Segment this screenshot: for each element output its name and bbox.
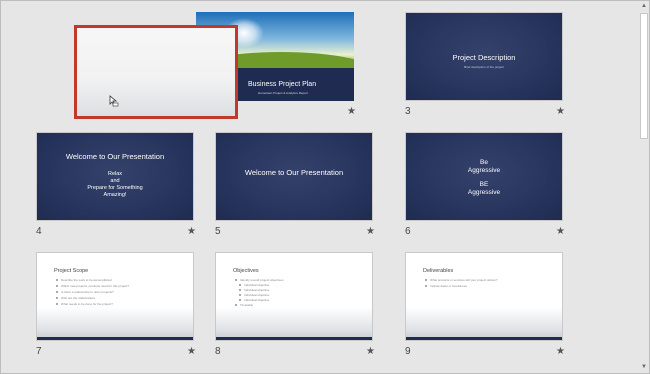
slide-thumbnail-9[interactable]: Deliverables What products or services w… <box>405 252 563 341</box>
slide-9-bullet-2: Include dates or timeframes <box>425 284 467 288</box>
slide-4-line-1: Relax <box>107 171 123 177</box>
slide-1-subtitle: Hometown Project & Analytics Report <box>258 91 308 95</box>
slide-6-line-5: Aggressive <box>467 189 501 196</box>
bullet-icon <box>235 304 237 307</box>
slide-6-transition-star-icon[interactable]: ★ <box>556 226 565 237</box>
slide-6-number: 6 <box>405 226 411 237</box>
slide-4-number: 4 <box>36 226 42 237</box>
slide-8-number: 8 <box>215 346 221 357</box>
bullet-icon <box>56 303 58 306</box>
bullet-icon <box>239 284 241 287</box>
slide-8-bullet-1-text: Identify overall project objectives <box>240 278 284 282</box>
slide-4-line-4: Amazing! <box>103 192 127 198</box>
slide-7-title: Project Scope <box>54 268 89 274</box>
slide-thumbnail-2-dragging[interactable] <box>74 25 238 119</box>
slide-4-title: Welcome to Our Presentation <box>65 152 165 161</box>
slide-thumbnail-7[interactable]: Project Scope Describe the work to be ac… <box>36 252 194 341</box>
slide-8-bullet-4: Individual objective <box>239 293 269 297</box>
scroll-down-icon[interactable]: ▼ <box>639 362 649 372</box>
bullet-icon <box>56 279 58 282</box>
slide-8-title: Objectives <box>233 268 259 274</box>
bullet-icon <box>56 285 58 288</box>
slide-3-transition-star-icon[interactable]: ★ <box>556 106 565 117</box>
slide-8-bullet-2: Individual objective <box>239 283 269 287</box>
slide-7-bullet-2: Which new projects, products need for th… <box>56 284 129 288</box>
bullet-icon <box>239 289 241 292</box>
slide-8-bullet-2-text: Individual objective <box>244 283 270 287</box>
slide-7-bullet-3-text: Is there a relationship to other project… <box>61 290 114 294</box>
scroll-up-icon[interactable]: ▲ <box>639 1 649 11</box>
slide-8-bullet-5-text: Individual objective <box>244 298 270 302</box>
slide-4-line-3: Prepare for Something <box>87 185 143 191</box>
bullet-icon <box>239 294 241 297</box>
slide-9-bullet-1-text: What products or services will your proj… <box>430 278 498 282</box>
slide-thumbnail-8[interactable]: Objectives Identify overall project obje… <box>215 252 373 341</box>
slide-3-title: Project Description <box>452 53 516 62</box>
vertical-scrollbar[interactable]: ▲ ▼ <box>639 1 649 372</box>
slide-7-number: 7 <box>36 346 42 357</box>
bottom-band <box>216 337 372 340</box>
slide-8-transition-star-icon[interactable]: ★ <box>366 346 375 357</box>
slide-8-bullet-5: Individual objective <box>239 298 269 302</box>
slide-8-bullet-6: Timetable <box>235 303 253 307</box>
slide-8-bullet-6-text: Timetable <box>240 303 254 307</box>
slide-thumbnail-6[interactable]: Be Aggressive BE Aggressive <box>405 132 563 221</box>
slide-6-line-2: Aggressive <box>467 167 501 174</box>
scrollbar-thumb[interactable] <box>640 13 648 139</box>
slide-6-line-4: BE <box>479 181 489 188</box>
slide-7-bullet-1-text: Describe the work to be accomplished <box>61 278 112 282</box>
slide-thumbnail-3[interactable]: Project Description Brief description of… <box>405 12 563 101</box>
slide-5-transition-star-icon[interactable]: ★ <box>366 226 375 237</box>
slide-3-subtitle: Brief description of the project <box>464 65 504 69</box>
bullet-icon <box>239 299 241 302</box>
move-cursor-icon <box>109 94 119 107</box>
slide-7-bullet-2-text: Which new projects, products need for th… <box>61 284 130 288</box>
bullet-icon <box>56 291 58 294</box>
slide-9-bullet-2-text: Include dates or timeframes <box>430 284 468 288</box>
slide-4-transition-star-icon[interactable]: ★ <box>187 226 196 237</box>
slide-7-bullet-4-text: Who are the stakeholders <box>61 296 96 300</box>
slide-1-transition-star-icon[interactable]: ★ <box>347 106 356 117</box>
slide-7-bullet-5-text: What needs to be done for the project? <box>61 302 113 306</box>
slide-1-title: Business Project Plan <box>248 81 317 88</box>
bottom-band <box>406 337 562 340</box>
slide-7-bullet-4: Who are the stakeholders <box>56 296 95 300</box>
slide-9-transition-star-icon[interactable]: ★ <box>556 346 565 357</box>
slide-7-bullet-1: Describe the work to be accomplished <box>56 278 112 282</box>
bullet-icon <box>425 285 427 288</box>
slide-thumbnail-5[interactable]: Welcome to Our Presentation <box>215 132 373 221</box>
slide-8-bullet-4-text: Individual objective <box>244 293 270 297</box>
bottom-band <box>37 337 193 340</box>
slide-7-transition-star-icon[interactable]: ★ <box>187 346 196 357</box>
slide-8-bullet-1: Identify overall project objectives <box>235 278 283 282</box>
bullet-icon <box>235 279 237 282</box>
slide-8-bullet-3-text: Individual objective <box>244 288 270 292</box>
slide-7-bullet-3: Is there a relationship to other project… <box>56 290 114 294</box>
slide-5-title: Welcome to Our Presentation <box>244 168 344 177</box>
slide-7-bullet-5: What needs to be done for the project? <box>56 302 113 306</box>
slide-5-number: 5 <box>215 226 221 237</box>
slide-6-line-1: Be <box>480 159 488 166</box>
bullet-icon <box>56 297 58 300</box>
slide-9-bullet-1: What products or services will your proj… <box>425 278 498 282</box>
slide-4-line-2: and <box>110 178 120 184</box>
slide-8-bullet-3: Individual objective <box>239 288 269 292</box>
bullet-icon <box>425 279 427 282</box>
slide-9-title: Deliverables <box>423 268 454 274</box>
slide-thumbnail-4[interactable]: Welcome to Our Presentation Relax and Pr… <box>36 132 194 221</box>
slide-9-number: 9 <box>405 346 411 357</box>
slide-3-number: 3 <box>405 106 411 117</box>
